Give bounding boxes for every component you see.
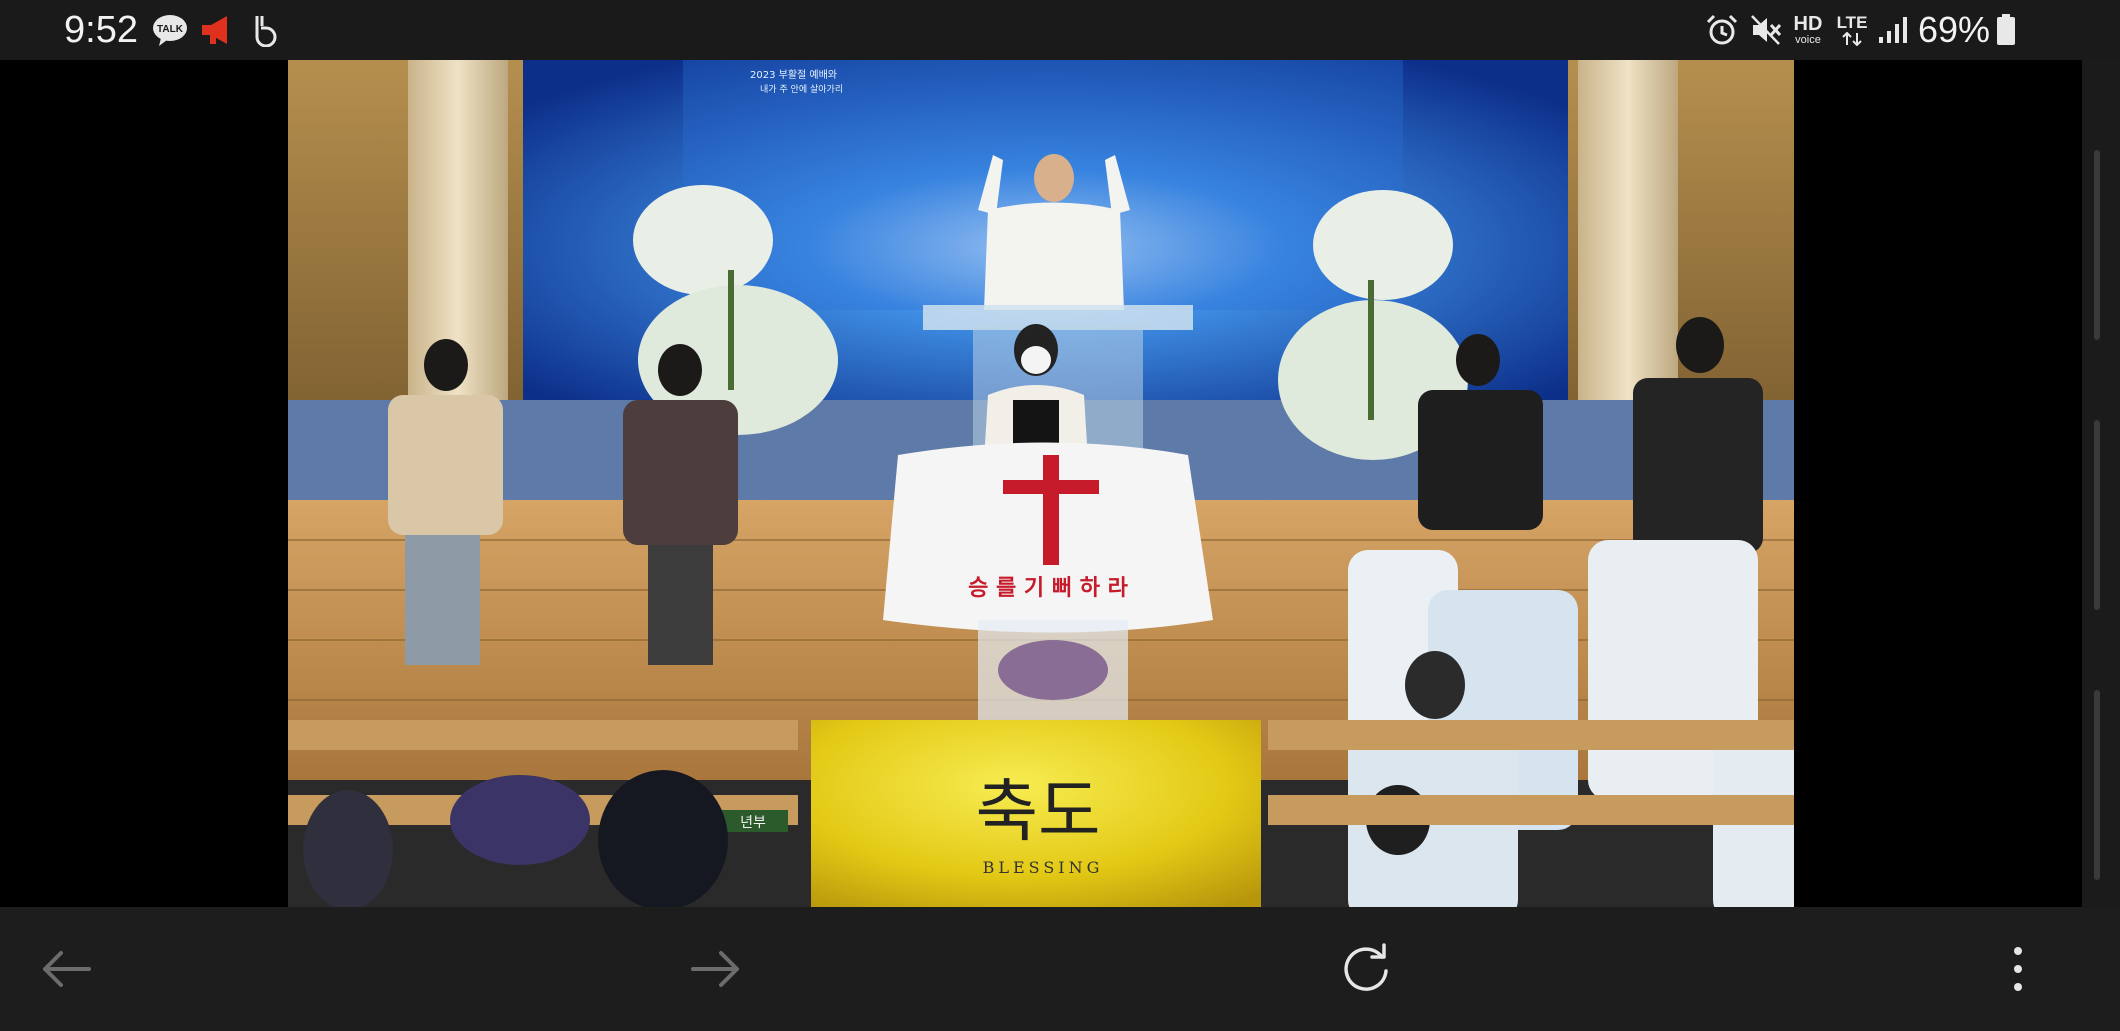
battery-icon bbox=[1994, 12, 2018, 48]
scrollbar-thumb[interactable] bbox=[2094, 420, 2100, 610]
scrollbar-segment bbox=[2094, 150, 2100, 340]
talk-badge-text: TALK bbox=[157, 24, 184, 35]
back-button[interactable] bbox=[36, 939, 96, 999]
pew-sign-text: 년부 bbox=[740, 815, 766, 831]
reload-button[interactable] bbox=[1336, 939, 1396, 999]
lte-icon: LTE bbox=[1834, 12, 1870, 48]
worship-scene-image: 2023 부활절 예배와 내가 주 안에 살아가리 승 를 기 뻐 하 라 년부… bbox=[288, 60, 1794, 907]
status-bar: 9:52 TALK HD voice LTE 69% bbox=[0, 0, 2120, 60]
alarm-icon bbox=[1704, 12, 1740, 48]
slide-subtitle: BLESSING bbox=[983, 858, 1104, 877]
arrow-right-icon bbox=[691, 951, 739, 987]
hd-voice-icon: HD voice bbox=[1788, 12, 1828, 48]
reload-icon bbox=[1344, 943, 1388, 991]
audience bbox=[303, 770, 728, 907]
kakaotalk-talk-icon: TALK bbox=[152, 12, 188, 48]
lte-label: LTE bbox=[1836, 13, 1868, 32]
status-time: 9:52 bbox=[64, 9, 138, 51]
signal-icon bbox=[1874, 12, 1910, 48]
hd-label: HD bbox=[1793, 13, 1823, 35]
scrollbar-track[interactable] bbox=[2082, 60, 2120, 907]
blessing-slide: 축도 BLESSING bbox=[811, 720, 1261, 907]
web-content-area: 2023 부활절 예배와 내가 주 안에 살아가리 승 를 기 뻐 하 라 년부… bbox=[0, 60, 2082, 907]
banner-line1: 2023 부활절 예배와 bbox=[750, 68, 837, 81]
megaphone-icon bbox=[198, 12, 236, 48]
table-cloth-text: 승 를 기 뻐 하 라 bbox=[968, 576, 1128, 601]
mute-icon bbox=[1748, 12, 1784, 48]
b-app-icon bbox=[248, 12, 282, 48]
voice-label: voice bbox=[1795, 34, 1821, 46]
menu-button[interactable] bbox=[1988, 939, 2048, 999]
arrow-left-icon bbox=[43, 951, 91, 987]
forward-button[interactable] bbox=[686, 939, 746, 999]
kebab-menu-icon bbox=[2014, 947, 2022, 991]
battery-percent: 69% bbox=[1918, 9, 1991, 50]
worship-video-frame[interactable]: 2023 부활절 예배와 내가 주 안에 살아가리 승 를 기 뻐 하 라 년부… bbox=[288, 60, 1794, 907]
scrollbar-segment bbox=[2094, 690, 2100, 880]
banner-line2: 내가 주 안에 살아가리 bbox=[760, 84, 843, 95]
browser-toolbar bbox=[0, 907, 2120, 1031]
slide-title: 축도 bbox=[975, 773, 1100, 852]
